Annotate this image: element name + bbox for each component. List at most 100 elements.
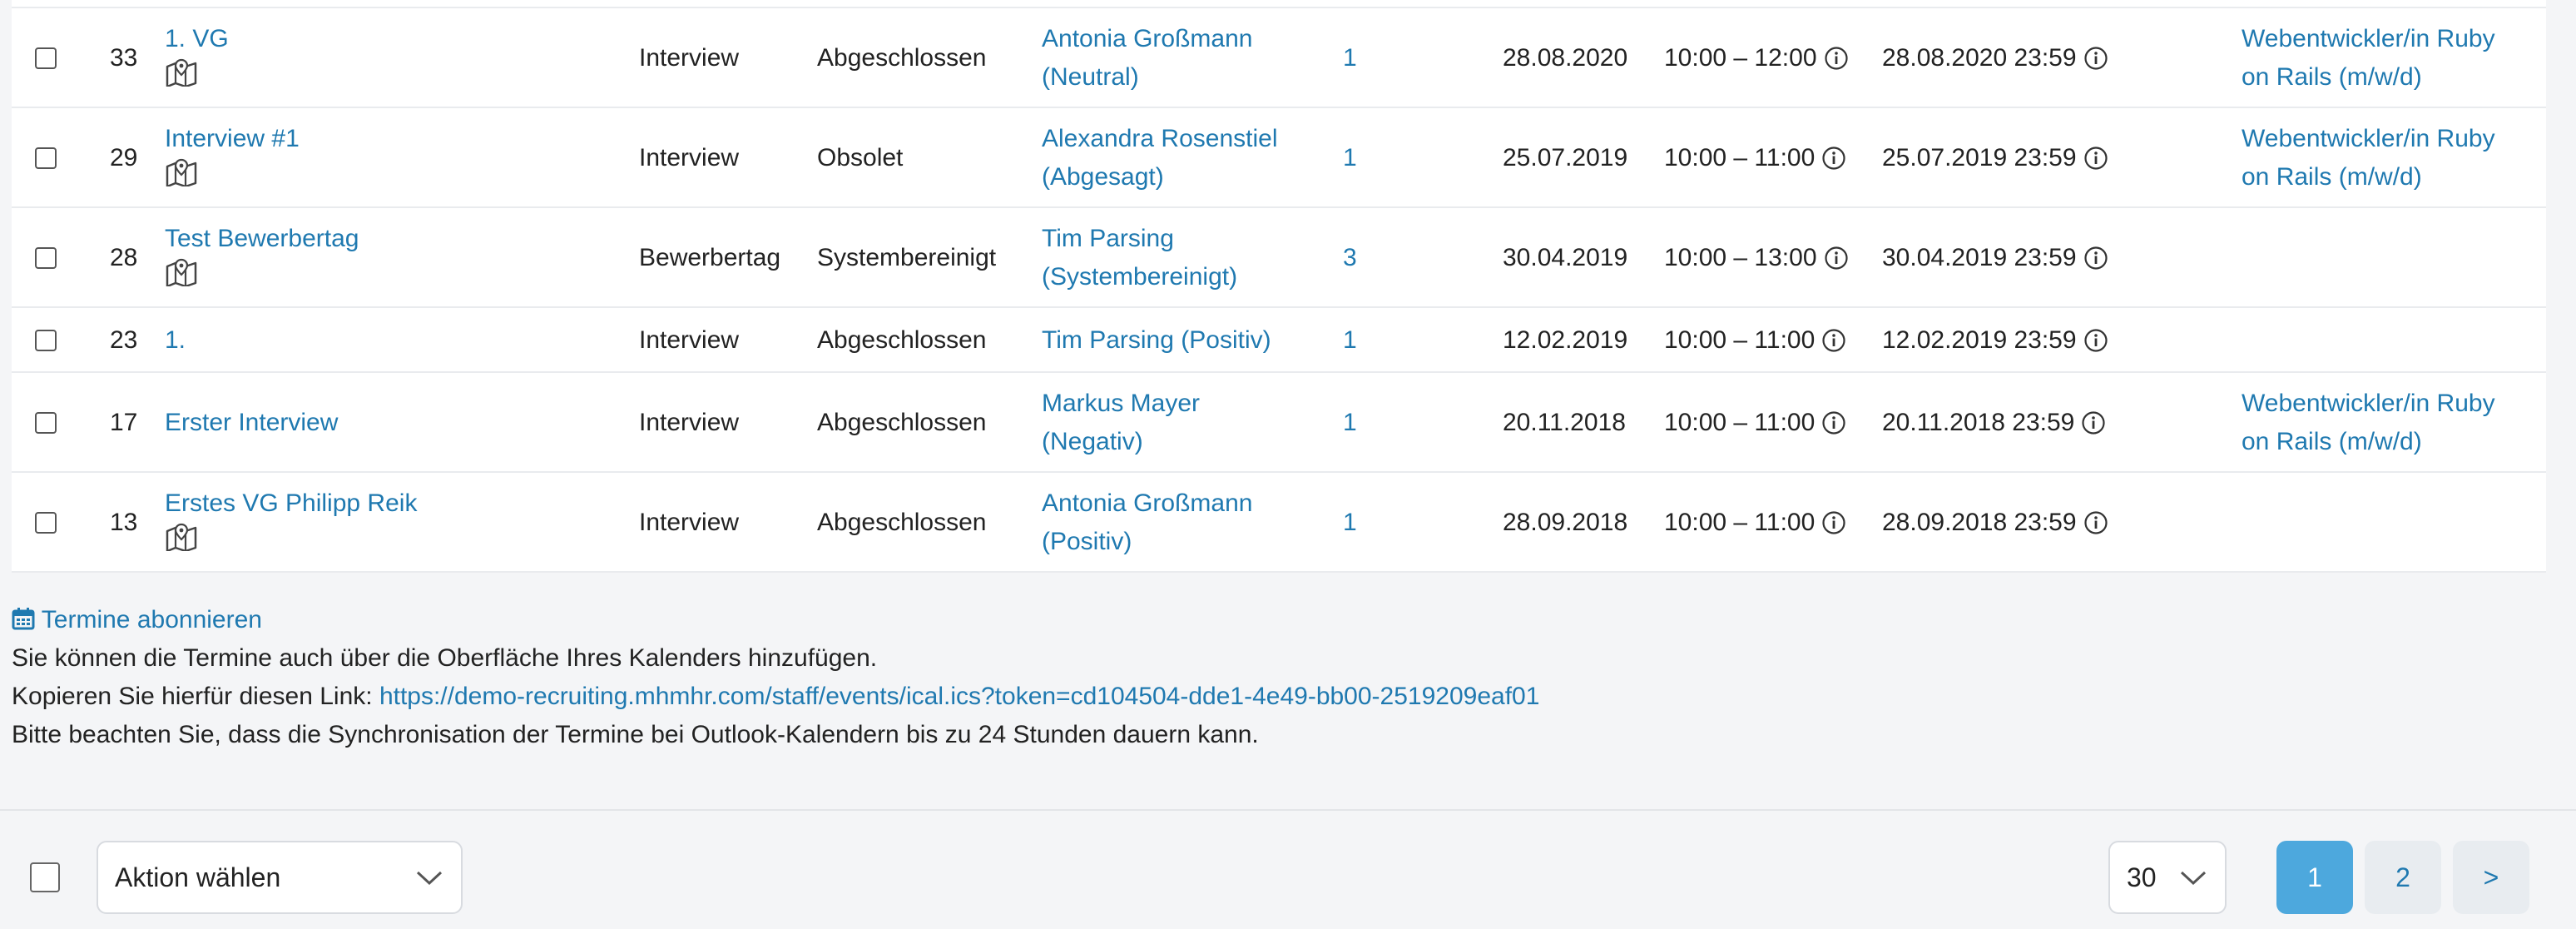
subscribe-link-line[interactable]: Termine abonnieren [12,601,262,639]
event-date: 30.04.2019 [1503,244,1628,271]
event-title-link[interactable]: Erstes VG Philipp Reik [165,486,417,521]
page-button-1[interactable]: 1 [2276,841,2353,914]
event-title-link[interactable]: Test Bewerbertag [165,221,359,256]
info-icon[interactable] [1821,510,1846,535]
event-title-link[interactable]: 1. VG [165,22,229,57]
job-link[interactable]: Webentwickler/in Ruby on Rails (m/w/d) [2242,120,2495,196]
event-title-link[interactable]: 1. [165,323,186,358]
table-row: 29 Interview #1 Interview Obsolet Alexandra … [12,107,2546,206]
participant-count-link[interactable]: 3 [1343,239,1357,277]
info-icon[interactable] [2083,510,2108,535]
candidate-link[interactable]: Antonia Großmann (Neutral) [1042,20,1252,97]
job-link[interactable]: Webentwickler/in Ruby on Rails (m/w/d) [2242,385,2495,461]
participant-count-link[interactable]: 1 [1343,39,1357,77]
bulk-action-bar: Aktion wählen 30 1 2 > [0,809,2576,929]
event-title-block: Erster Interview [165,405,338,440]
candidate-name: Markus Mayer [1042,390,1201,417]
event-time-text: 10:00 – 11:00 [1664,326,1816,354]
map-icon [166,523,197,551]
ical-url-link[interactable]: https://demo-recruiting.mhmhr.com/staff/… [379,683,1539,710]
job-title-line1: Webentwickler/in Ruby [2242,390,2495,417]
participant-count-link[interactable]: 1 [1343,404,1357,442]
event-deadline: 20.11.2018 23:59 [1882,404,2106,442]
event-type: Interview [639,144,740,171]
info-icon[interactable] [1824,246,1849,271]
select-all-checkbox[interactable] [30,862,60,892]
info-icon[interactable] [2083,246,2108,271]
event-title-link[interactable]: Erster Interview [165,405,338,440]
event-deadline-text: 28.08.2020 23:59 [1882,44,2077,72]
per-page-select[interactable]: 30 [2108,841,2227,914]
event-deadline: 28.08.2020 23:59 [1882,39,2108,77]
row-checkbox[interactable] [35,330,57,351]
info-icon[interactable] [2083,46,2108,71]
event-time-text: 10:00 – 11:00 [1664,409,1816,436]
event-time: 10:00 – 12:00 [1664,39,1849,77]
event-time-text: 10:00 – 13:00 [1664,244,1817,271]
event-deadline: 28.09.2018 23:59 [1882,504,2108,542]
candidate-link[interactable]: Tim Parsing (Systembereinigt) [1042,220,1237,296]
candidate-link[interactable]: Tim Parsing (Positiv) [1042,321,1271,360]
job-title-line1: Webentwickler/in Ruby [2242,125,2495,152]
page-button-2[interactable]: 2 [2365,841,2441,914]
subscribe-info-line1: Sie können die Termine auch über die Obe… [12,644,878,672]
per-page-value: 30 [2127,862,2157,892]
subscribe-info-line2: Kopieren Sie hierfür diesen Link: https:… [12,678,1539,716]
event-deadline: 30.04.2019 23:59 [1882,239,2108,277]
event-date: 28.09.2018 [1503,509,1628,536]
info-icon[interactable] [1821,328,1846,353]
event-type: Interview [639,409,740,436]
event-date: 20.11.2018 [1503,409,1626,436]
row-checkbox[interactable] [35,247,57,269]
event-type: Interview [639,509,740,536]
row-checkbox[interactable] [35,47,57,69]
event-date: 28.08.2020 [1503,44,1628,72]
next-page-button[interactable]: > [2453,841,2529,914]
info-icon[interactable] [1821,410,1846,435]
event-status: Abgeschlossen [817,409,987,436]
row-checkbox[interactable] [35,147,57,169]
candidate-link[interactable]: Antonia Großmann (Positiv) [1042,484,1252,561]
candidate-rating: (Negativ) [1042,428,1143,455]
event-deadline-text: 28.09.2018 23:59 [1882,509,2077,536]
info-icon[interactable] [2083,328,2108,353]
job-title-line2: on Rails (m/w/d) [2242,428,2422,455]
event-time: 10:00 – 11:00 [1664,504,1846,542]
candidate-name: Antonia Großmann [1042,489,1253,517]
candidate-name: Antonia Großmann [1042,25,1253,52]
subscribe-info-line3: Bitte beachten Sie, dass die Synchronisa… [12,721,1259,748]
event-status: Systembereinigt [817,244,997,271]
event-deadline-text: 12.02.2019 23:59 [1882,326,2077,354]
action-select[interactable]: Aktion wählen [97,841,463,914]
participant-count-link[interactable]: 1 [1343,504,1357,542]
candidate-link[interactable]: Markus Mayer (Negativ) [1042,385,1200,461]
info-icon[interactable] [1824,46,1849,71]
event-type: Interview [639,44,740,72]
candidate-link[interactable]: Alexandra Rosenstiel (Abgesagt) [1042,120,1278,196]
participant-count-link[interactable]: 1 [1343,139,1357,177]
event-type: Bewerbertag [639,244,781,271]
map-icon [166,258,197,286]
info-icon[interactable] [2083,146,2108,171]
participant-count-link[interactable]: 1 [1343,321,1357,360]
event-date: 25.07.2019 [1503,144,1628,171]
row-checkbox[interactable] [35,512,57,534]
candidate-rating: (Positiv) [1042,528,1132,555]
event-deadline-text: 30.04.2019 23:59 [1882,244,2077,271]
event-title-block: Interview #1 [165,122,300,186]
row-checkbox[interactable] [35,412,57,434]
event-id: 29 [110,144,138,171]
job-link[interactable]: Webentwickler/in Ruby on Rails (m/w/d) [2242,20,2495,97]
event-time-text: 10:00 – 12:00 [1664,44,1817,72]
subscribe-copy-prefix: Kopieren Sie hierfür diesen Link: [12,683,379,710]
candidate-rating: (Neutral) [1042,63,1139,91]
event-title-block: Erstes VG Philipp Reik [165,486,417,551]
event-id: 33 [110,44,138,72]
event-deadline-text: 25.07.2019 23:59 [1882,144,2077,171]
event-title-link[interactable]: Interview #1 [165,122,300,156]
info-icon[interactable] [1821,146,1846,171]
event-time: 10:00 – 11:00 [1664,321,1846,360]
info-icon[interactable] [2081,410,2106,435]
subscribe-link[interactable]: Termine abonnieren [42,606,262,633]
event-date: 12.02.2019 [1503,326,1628,354]
